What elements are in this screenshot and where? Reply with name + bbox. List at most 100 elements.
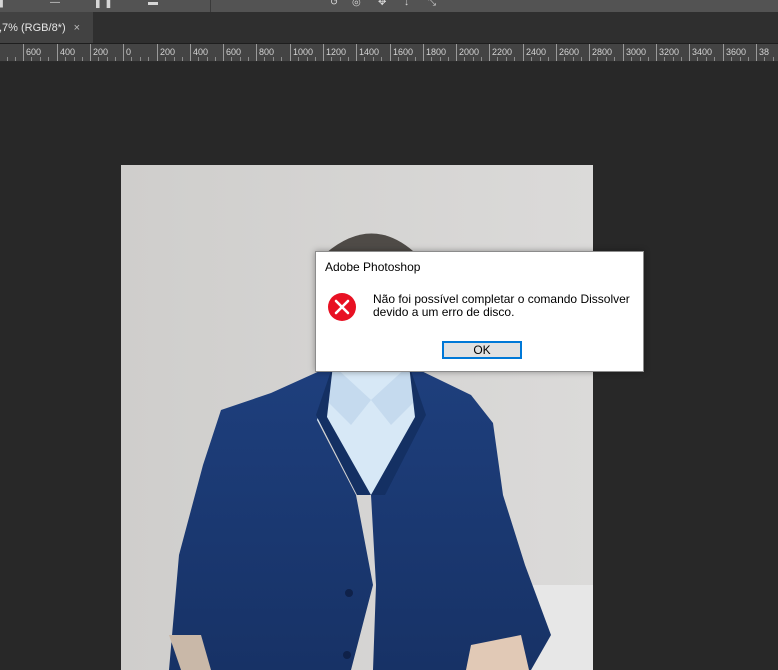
ruler-tick-label: 2400: [526, 47, 547, 57]
ruler-major-tick: [623, 44, 624, 61]
ruler-minor-tick: [198, 57, 199, 61]
ruler-minor-tick: [15, 57, 16, 61]
ruler-minor-tick: [98, 57, 99, 61]
ruler-tick-label: 1600: [393, 47, 414, 57]
document-tab[interactable]: ,7% (RGB/8*) ×: [0, 12, 93, 43]
ruler-tick-label: 800: [259, 47, 275, 57]
line-tool-icon[interactable]: —: [50, 0, 60, 8]
ruler-minor-tick: [182, 57, 183, 61]
close-icon[interactable]: ×: [74, 22, 80, 34]
ruler-major-tick: [223, 44, 224, 61]
ruler-minor-tick: [7, 57, 8, 61]
ruler-minor-tick: [348, 57, 349, 61]
ruler-minor-tick: [31, 57, 32, 61]
ruler-minor-tick: [315, 57, 316, 61]
ruler-minor-tick: [240, 57, 241, 61]
ruler-minor-tick: [497, 57, 498, 61]
align-left-icon[interactable]: ▍: [0, 0, 8, 8]
ruler-minor-tick: [681, 57, 682, 61]
ruler-minor-tick: [398, 57, 399, 61]
ruler-major-tick: [423, 44, 424, 61]
ruler-major-tick: [390, 44, 391, 61]
ruler-minor-tick: [107, 57, 108, 61]
ruler-major-tick: [656, 44, 657, 61]
ruler-minor-tick: [540, 57, 541, 61]
ruler-major-tick: [323, 44, 324, 61]
ruler-minor-tick: [364, 57, 365, 61]
ruler-minor-tick: [248, 57, 249, 61]
ruler-major-tick: [356, 44, 357, 61]
ruler-minor-tick: [207, 57, 208, 61]
ruler-tick-label: 38: [759, 47, 770, 57]
ruler-tick-label: 3600: [726, 47, 747, 57]
ruler-minor-tick: [514, 57, 515, 61]
ruler-tick-label: 1000: [293, 47, 314, 57]
ruler-tick-label: 200: [160, 47, 176, 57]
ruler-minor-tick: [706, 57, 707, 61]
ruler-minor-tick: [764, 57, 765, 61]
ruler-tick-label: 2800: [592, 47, 613, 57]
ruler-minor-tick: [415, 57, 416, 61]
ruler-minor-tick: [564, 57, 565, 61]
ruler-minor-tick: [165, 57, 166, 61]
ruler-major-tick: [23, 44, 24, 61]
ruler-minor-tick: [664, 57, 665, 61]
horizontal-ruler[interactable]: 0 600 400 2000 200 400 600 800 1000 1200 1400 1600 1…: [0, 44, 778, 62]
ruler-tick-label: 200: [93, 47, 109, 57]
ruler-minor-tick: [606, 57, 607, 61]
ruler-tick-label: 3000: [626, 47, 647, 57]
error-icon: [327, 292, 357, 322]
ruler-minor-tick: [40, 57, 41, 61]
ruler-minor-tick: [82, 57, 83, 61]
pan-icon[interactable]: ✥: [378, 0, 386, 8]
ruler-minor-tick: [773, 57, 774, 61]
ok-button[interactable]: OK: [442, 341, 522, 359]
ruler-minor-tick: [597, 57, 598, 61]
ruler-minor-tick: [273, 57, 274, 61]
align-icon[interactable]: ▌▐: [96, 0, 110, 8]
ruler-minor-tick: [481, 57, 482, 61]
ruler-tick-label: 1400: [359, 47, 380, 57]
ruler-major-tick: [523, 44, 524, 61]
document-image[interactable]: [121, 165, 593, 670]
ruler-minor-tick: [140, 57, 141, 61]
ruler-minor-tick: [281, 57, 282, 61]
ruler-minor-tick: [548, 57, 549, 61]
ruler-minor-tick: [215, 57, 216, 61]
ruler-minor-tick: [65, 57, 66, 61]
ruler-minor-tick: [298, 57, 299, 61]
ruler-major-tick: [190, 44, 191, 61]
distribute-icon[interactable]: ▬: [148, 0, 158, 8]
portrait-photo: [121, 165, 593, 670]
slide-icon[interactable]: ↓: [404, 0, 409, 8]
options-bar: ▍ — ▌▐ ▬ ↺ ◎ ✥ ↓ ⤡: [0, 0, 778, 12]
ruler-major-tick: [589, 44, 590, 61]
dialog-title: Adobe Photoshop: [325, 260, 421, 274]
ruler-minor-tick: [231, 57, 232, 61]
ruler-minor-tick: [648, 57, 649, 61]
orbit-icon[interactable]: ◎: [352, 0, 361, 8]
ruler-minor-tick: [48, 57, 49, 61]
scale-icon[interactable]: ⤡: [428, 0, 436, 8]
ruler-tick-label: 1200: [326, 47, 347, 57]
ruler-minor-tick: [631, 57, 632, 61]
ruler-minor-tick: [506, 57, 507, 61]
ruler-minor-tick: [373, 57, 374, 61]
ruler-minor-tick: [407, 57, 408, 61]
ruler-major-tick: [489, 44, 490, 61]
document-tab-title: ,7% (RGB/8*): [0, 21, 66, 34]
ruler-minor-tick: [264, 57, 265, 61]
ruler-tick-label: 2600: [559, 47, 580, 57]
ruler-tick-label: 400: [193, 47, 209, 57]
ruler-major-tick: [256, 44, 257, 61]
ruler-minor-tick: [381, 57, 382, 61]
ruler-minor-tick: [131, 57, 132, 61]
ruler-major-tick: [456, 44, 457, 61]
ruler-minor-tick: [614, 57, 615, 61]
ruler-minor-tick: [740, 57, 741, 61]
document-tab-bar: ,7% (RGB/8*) ×: [0, 12, 778, 44]
rotate-icon[interactable]: ↺: [330, 0, 338, 8]
ruler-tick-label: 3400: [692, 47, 713, 57]
ruler-minor-tick: [440, 57, 441, 61]
ruler-major-tick: [123, 44, 124, 61]
